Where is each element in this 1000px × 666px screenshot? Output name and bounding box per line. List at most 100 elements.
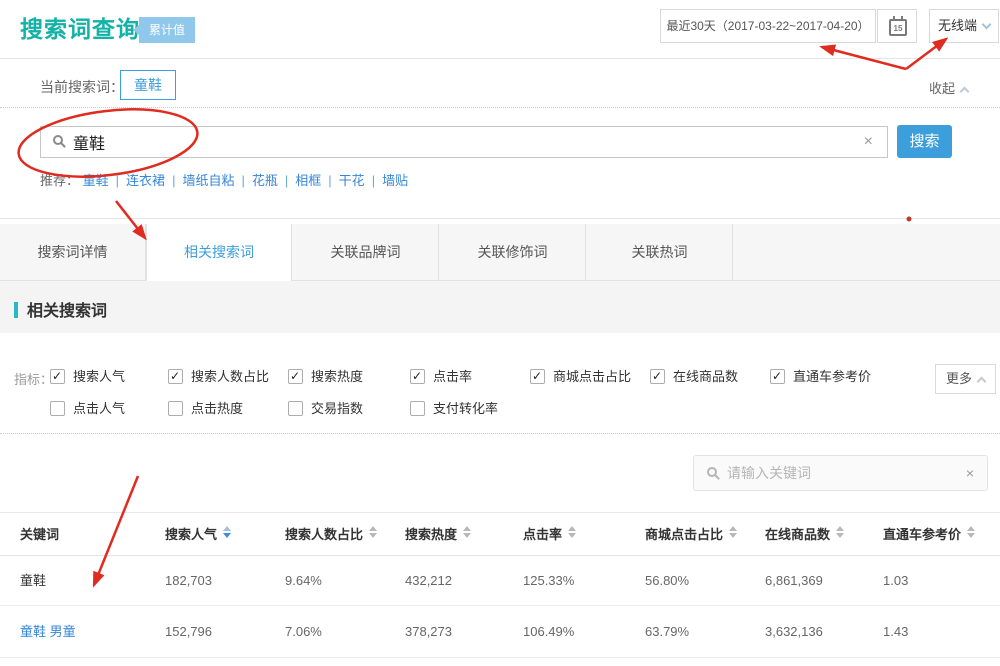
value-cell: 6,861,369	[765, 556, 823, 606]
panel-divider	[0, 218, 1000, 219]
tab-related-brand-terms[interactable]: 关联品牌词	[293, 224, 439, 280]
calendar-button[interactable]: 15	[877, 9, 917, 43]
tab-search-term-detail[interactable]: 搜索词详情	[0, 224, 146, 280]
value-cell: 1.43	[883, 606, 908, 658]
separator: |	[285, 173, 288, 188]
sort-icon[interactable]	[967, 526, 975, 538]
checkbox-icon[interactable]	[288, 401, 303, 416]
recommend-label: 推荐：	[40, 173, 79, 188]
sort-icon[interactable]	[223, 526, 231, 538]
current-term-label: 当前搜索词：	[40, 77, 124, 97]
checkbox-checked-icon[interactable]	[168, 369, 183, 384]
keyword-cell: 童鞋	[20, 556, 46, 606]
sort-icon[interactable]	[568, 526, 576, 538]
metric-checkbox-payment-conversion[interactable]: 支付转化率	[410, 398, 498, 417]
keyword-filter-input[interactable]	[727, 456, 957, 490]
separator: |	[372, 173, 375, 188]
metric-checkbox-click-rate[interactable]: 点击率	[410, 366, 472, 385]
recommend-link[interactable]: 童鞋	[83, 173, 109, 188]
metric-checkbox-online-products[interactable]: 在线商品数	[650, 366, 738, 385]
separator: |	[328, 173, 331, 188]
cumulative-value-badge: 累计值	[139, 17, 195, 43]
metric-checkbox-mall-click-share[interactable]: 商城点击占比	[530, 366, 631, 385]
metric-checkbox-transaction-index[interactable]: 交易指数	[288, 398, 363, 417]
column-header-mall-click-share: 商城点击占比	[645, 513, 737, 556]
red-arrow-terminal	[906, 39, 946, 69]
table-row: 童鞋 男童 152,796 7.06% 378,273 106.49% 63.7…	[0, 606, 1000, 658]
metric-checkbox-click-popularity[interactable]: 点击人气	[50, 398, 125, 417]
metric-checkbox-search-heat[interactable]: 搜索热度	[288, 366, 363, 385]
recommend-link[interactable]: 墙纸自粘	[182, 173, 234, 188]
calendar-icon: 15	[889, 19, 907, 36]
dotted-divider	[0, 433, 1000, 434]
more-button[interactable]: 更多	[935, 364, 996, 394]
clear-search-icon[interactable]: ×	[864, 127, 873, 157]
checkbox-checked-icon[interactable]	[650, 369, 665, 384]
value-cell: 106.49%	[523, 606, 574, 658]
search-input[interactable]	[73, 127, 843, 157]
checkbox-icon[interactable]	[50, 401, 65, 416]
metric-checkbox-ztc-reference-price[interactable]: 直通车参考价	[770, 366, 871, 385]
sort-icon[interactable]	[369, 526, 377, 538]
sort-icon[interactable]	[463, 526, 471, 538]
recommend-link[interactable]: 干花	[339, 173, 365, 188]
checkbox-checked-icon[interactable]	[50, 369, 65, 384]
checkbox-checked-icon[interactable]	[288, 369, 303, 384]
value-cell: 7.06%	[285, 606, 322, 658]
chevron-up-icon	[960, 87, 970, 97]
recommend-link[interactable]: 花瓶	[252, 173, 278, 188]
checkbox-checked-icon[interactable]	[410, 369, 425, 384]
section-title: 相关搜索词	[14, 297, 107, 321]
section-title-bar	[14, 302, 18, 318]
chevron-down-icon	[982, 20, 992, 30]
value-cell: 1.03	[883, 556, 908, 606]
value-cell: 56.80%	[645, 556, 689, 606]
terminal-label: 无线端	[938, 18, 977, 33]
search-button[interactable]: 搜索	[897, 125, 952, 158]
terminal-dropdown[interactable]: 无线端	[929, 9, 999, 43]
section-band	[0, 281, 1000, 333]
page-title: 搜索词查询	[20, 10, 140, 44]
column-header-keyword: 关键词	[20, 513, 59, 556]
sort-icon[interactable]	[836, 526, 844, 538]
tab-related-modifier-terms[interactable]: 关联修饰词	[440, 224, 586, 280]
value-cell: 182,703	[165, 556, 212, 606]
separator: |	[116, 173, 119, 188]
search-term-query-page: 搜索词查询 累计值 最近30天（2017-03-22~2017-04-20） 1…	[0, 0, 1000, 666]
recommend-link[interactable]: 连衣裙	[126, 173, 165, 188]
metric-checkbox-search-popularity[interactable]: 搜索人气	[50, 366, 125, 385]
metric-checkbox-searcher-share[interactable]: 搜索人数占比	[168, 366, 269, 385]
checkbox-checked-icon[interactable]	[770, 369, 785, 384]
collapse-toggle[interactable]: 收起	[929, 78, 968, 97]
metric-checkbox-click-heat[interactable]: 点击热度	[168, 398, 243, 417]
clear-filter-icon[interactable]: ×	[966, 456, 974, 490]
column-header-ztc-reference-price: 直通车参考价	[883, 513, 975, 556]
search-icon	[53, 135, 63, 145]
keyword-filter-box: ×	[693, 455, 988, 491]
chevron-up-icon	[977, 377, 987, 387]
checkbox-icon[interactable]	[410, 401, 425, 416]
sort-icon[interactable]	[729, 526, 737, 538]
main-search-box: ×	[40, 126, 888, 158]
dotted-divider	[0, 107, 1000, 108]
date-range-selector[interactable]: 最近30天（2017-03-22~2017-04-20）	[660, 9, 876, 43]
column-header-search-popularity: 搜索人气	[165, 513, 231, 556]
value-cell: 3,632,136	[765, 606, 823, 658]
checkbox-icon[interactable]	[168, 401, 183, 416]
value-cell: 152,796	[165, 606, 212, 658]
current-term-button[interactable]: 童鞋	[120, 70, 176, 100]
column-header-click-rate: 点击率	[523, 513, 576, 556]
column-header-online-products: 在线商品数	[765, 513, 844, 556]
keyword-link-cell[interactable]: 童鞋 男童	[20, 606, 76, 658]
metrics-label: 指标：	[14, 369, 53, 388]
checkbox-checked-icon[interactable]	[530, 369, 545, 384]
column-header-search-heat: 搜索热度	[405, 513, 471, 556]
header-divider	[0, 58, 1000, 59]
tab-related-hot-terms[interactable]: 关联热词	[587, 224, 733, 280]
value-cell: 9.64%	[285, 556, 322, 606]
recommend-link[interactable]: 相框	[295, 173, 321, 188]
tab-related-search-terms[interactable]: 相关搜索词	[146, 224, 292, 281]
value-cell: 378,273	[405, 606, 452, 658]
recommend-link[interactable]: 墙贴	[382, 173, 408, 188]
column-header-searcher-share: 搜索人数占比	[285, 513, 377, 556]
